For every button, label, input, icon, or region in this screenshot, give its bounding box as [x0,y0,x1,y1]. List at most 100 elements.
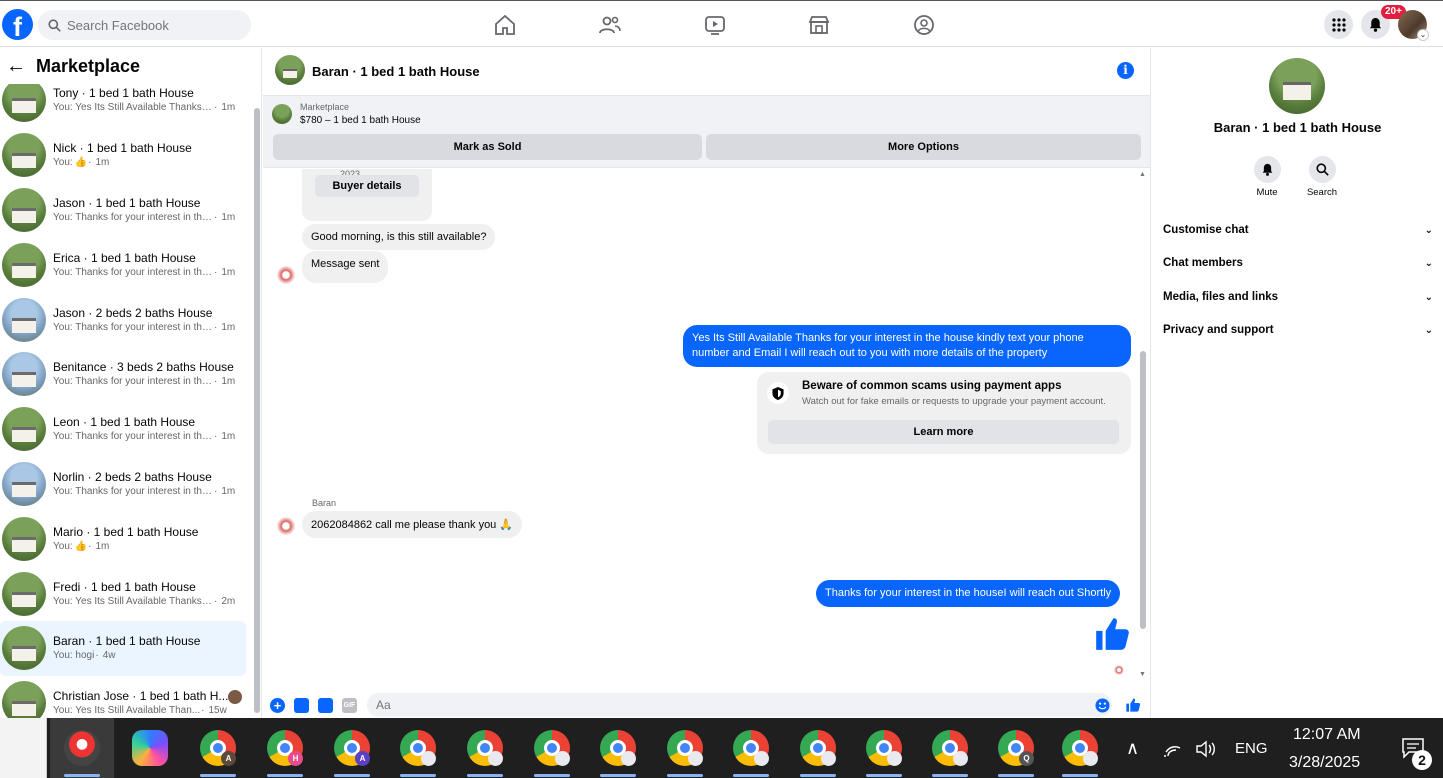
profile-badge: H [288,751,303,766]
conversation-time: 1m [221,321,236,333]
conversation-name: Baran · 1 bed 1 bath House [53,634,201,649]
contact-avatar[interactable] [1269,58,1325,114]
message-input[interactable] [367,693,1112,717]
conversation-time: 4w [102,650,116,662]
conversation-time: 2m [221,595,236,607]
copilot-icon[interactable] [132,730,168,766]
like-send-icon[interactable] [1125,697,1141,713]
separator-dot: · [214,211,218,223]
marketplace-icon[interactable] [807,13,831,37]
mute-action[interactable]: Mute [1242,156,1292,198]
conversation-preview: You: Yes Its Still Available Than... [53,705,201,717]
conversation-preview: You: Thanks for your interest in the... [53,485,213,497]
conversation-item[interactable]: Fredi · 1 bed 1 bath House You: Yes Its S… [0,566,246,621]
chat-members-row[interactable]: Chat members ⌄ [1163,253,1433,273]
conversation-item[interactable]: Mario · 1 bed 1 bath House You: 👍 · 1m [0,511,246,566]
conversation-thumbnail [2,352,46,397]
home-icon[interactable] [493,13,517,37]
listing-price[interactable]: $780 – 1 bed 1 bath House [300,115,421,126]
conversation-item[interactable]: Erica · 1 bed 1 bath House You: Thanks fo… [0,237,246,292]
conversation-time: 1m [221,102,236,114]
search-action[interactable]: Search [1297,156,1347,198]
video-icon[interactable] [703,13,727,37]
grid-icon [1331,17,1346,32]
learn-more-button[interactable]: Learn more [768,420,1119,444]
search-input[interactable] [67,17,237,33]
conversation-thumbnail [2,133,46,178]
conversation-time: 1m [95,157,110,169]
profile-avatar-icon [421,751,436,766]
buyer-info-card: Joined Facebook in 2023 Buyer details [302,169,432,221]
conversation-item[interactable]: Baran · 1 bed 1 bath House You: hogi · 4w [0,620,246,676]
scam-subtitle: Watch out for fake emails or requests to… [802,396,1106,407]
conversation-item[interactable]: Jason · 1 bed 1 bath House You: Thanks fo… [0,183,246,238]
info-icon[interactable]: i [1117,62,1134,79]
snipping-tool-icon[interactable] [64,730,100,766]
customise-chat-row[interactable]: Customise chat ⌄ [1163,220,1433,240]
active-indicator [334,774,370,777]
separator-dot: · [214,266,218,278]
conversation-name: Benitance · 3 beds 2 baths House [53,360,234,375]
scroll-up-arrow[interactable]: ▲ [1139,171,1146,178]
listing-thumbnail[interactable] [272,104,292,124]
chevron-down-icon: ⌄ [1424,257,1433,269]
gaming-icon[interactable] [912,13,936,37]
chat-details-panel: Baran · 1 bed 1 bath House Mute Search C… [1150,48,1443,718]
mark-as-sold-button[interactable]: Mark as Sold [273,134,702,160]
media-files-links-row[interactable]: Media, files and links ⌄ [1163,287,1433,307]
conversation-item[interactable]: Nick · 1 bed 1 bath House You: 👍 · 1m [0,128,246,183]
active-indicator [267,774,303,777]
back-arrow-icon[interactable]: ← [6,55,26,78]
active-indicator [400,774,436,777]
clock-date[interactable]: 3/28/2025 [1289,754,1360,772]
conversation-preview: You: Yes Its Still Available Thanks fo..… [53,102,213,114]
chat-scrollbar[interactable] [1140,351,1146,629]
gif-icon[interactable]: GIF [342,698,357,713]
scroll-down-arrow[interactable]: ▼ [1139,671,1146,678]
sender-avatar [275,515,297,537]
chat-avatar[interactable] [275,55,305,85]
conversation-thumbnail [2,297,46,342]
facebook-logo[interactable]: f [2,9,33,40]
conversation-name: Nick · 1 bed 1 bath House [53,141,192,156]
sidebar-scrollbar[interactable] [254,108,260,713]
language-indicator[interactable]: ENG [1235,740,1268,757]
conversation-item[interactable]: Benitance · 3 beds 2 baths House You: Tha… [0,347,246,402]
search-label: Search [1306,187,1338,198]
search-icon [48,18,61,32]
clock-time[interactable]: 12:07 AM [1293,726,1361,744]
conversation-name: Tony · 1 bed 1 bath House [53,86,194,101]
conversation-time: 1m [221,485,236,497]
conversation-preview: You: Thanks for your interest in the... [53,321,213,333]
incoming-message: Good morning, is this still available? [302,224,496,250]
chat-header: Baran · 1 bed 1 bath House i [263,48,1150,96]
conversation-thumbnail [2,187,46,232]
chevron-down-icon[interactable]: ⌄ [1417,29,1429,41]
active-indicator [467,774,503,777]
buyer-details-button[interactable]: Buyer details [315,175,419,197]
friends-icon[interactable] [598,13,622,37]
conversation-name: Erica · 1 bed 1 bath House [53,250,196,265]
more-options-button[interactable]: More Options [706,134,1141,160]
volume-icon[interactable] [1195,740,1217,758]
conversation-item[interactable]: Norlin · 2 beds 2 baths House You: Thanks… [0,457,246,512]
menu-grid-button[interactable] [1324,10,1353,39]
plus-icon[interactable]: + [270,698,285,713]
privacy-support-row[interactable]: Privacy and support ⌄ [1163,320,1433,340]
chevron-up-icon[interactable]: ∧ [1126,738,1139,759]
photo-icon[interactable] [294,698,309,713]
profile-badge: A [355,751,370,766]
conversation-item[interactable]: Jason · 2 beds 2 baths House You: Thanks … [0,292,246,347]
incoming-message: 2062084862 call me please thank you 🙏 [302,511,523,538]
conversation-thumbnail [2,242,46,287]
search-box[interactable] [38,10,251,40]
conversation-preview: You: [53,157,73,169]
conversation-thumbnail [2,681,46,718]
wifi-icon[interactable] [1162,740,1182,758]
emoji-icon[interactable] [1095,698,1110,713]
sticker-icon[interactable] [318,698,333,713]
conversation-item[interactable]: Christian Jose · 1 bed 1 bath H... You: Y… [0,676,246,718]
separator-dot: · [214,102,218,114]
chat-title[interactable]: Baran · 1 bed 1 bath House [312,64,480,79]
conversation-item[interactable]: Leon · 1 bed 1 bath House You: Thanks for… [0,402,246,457]
